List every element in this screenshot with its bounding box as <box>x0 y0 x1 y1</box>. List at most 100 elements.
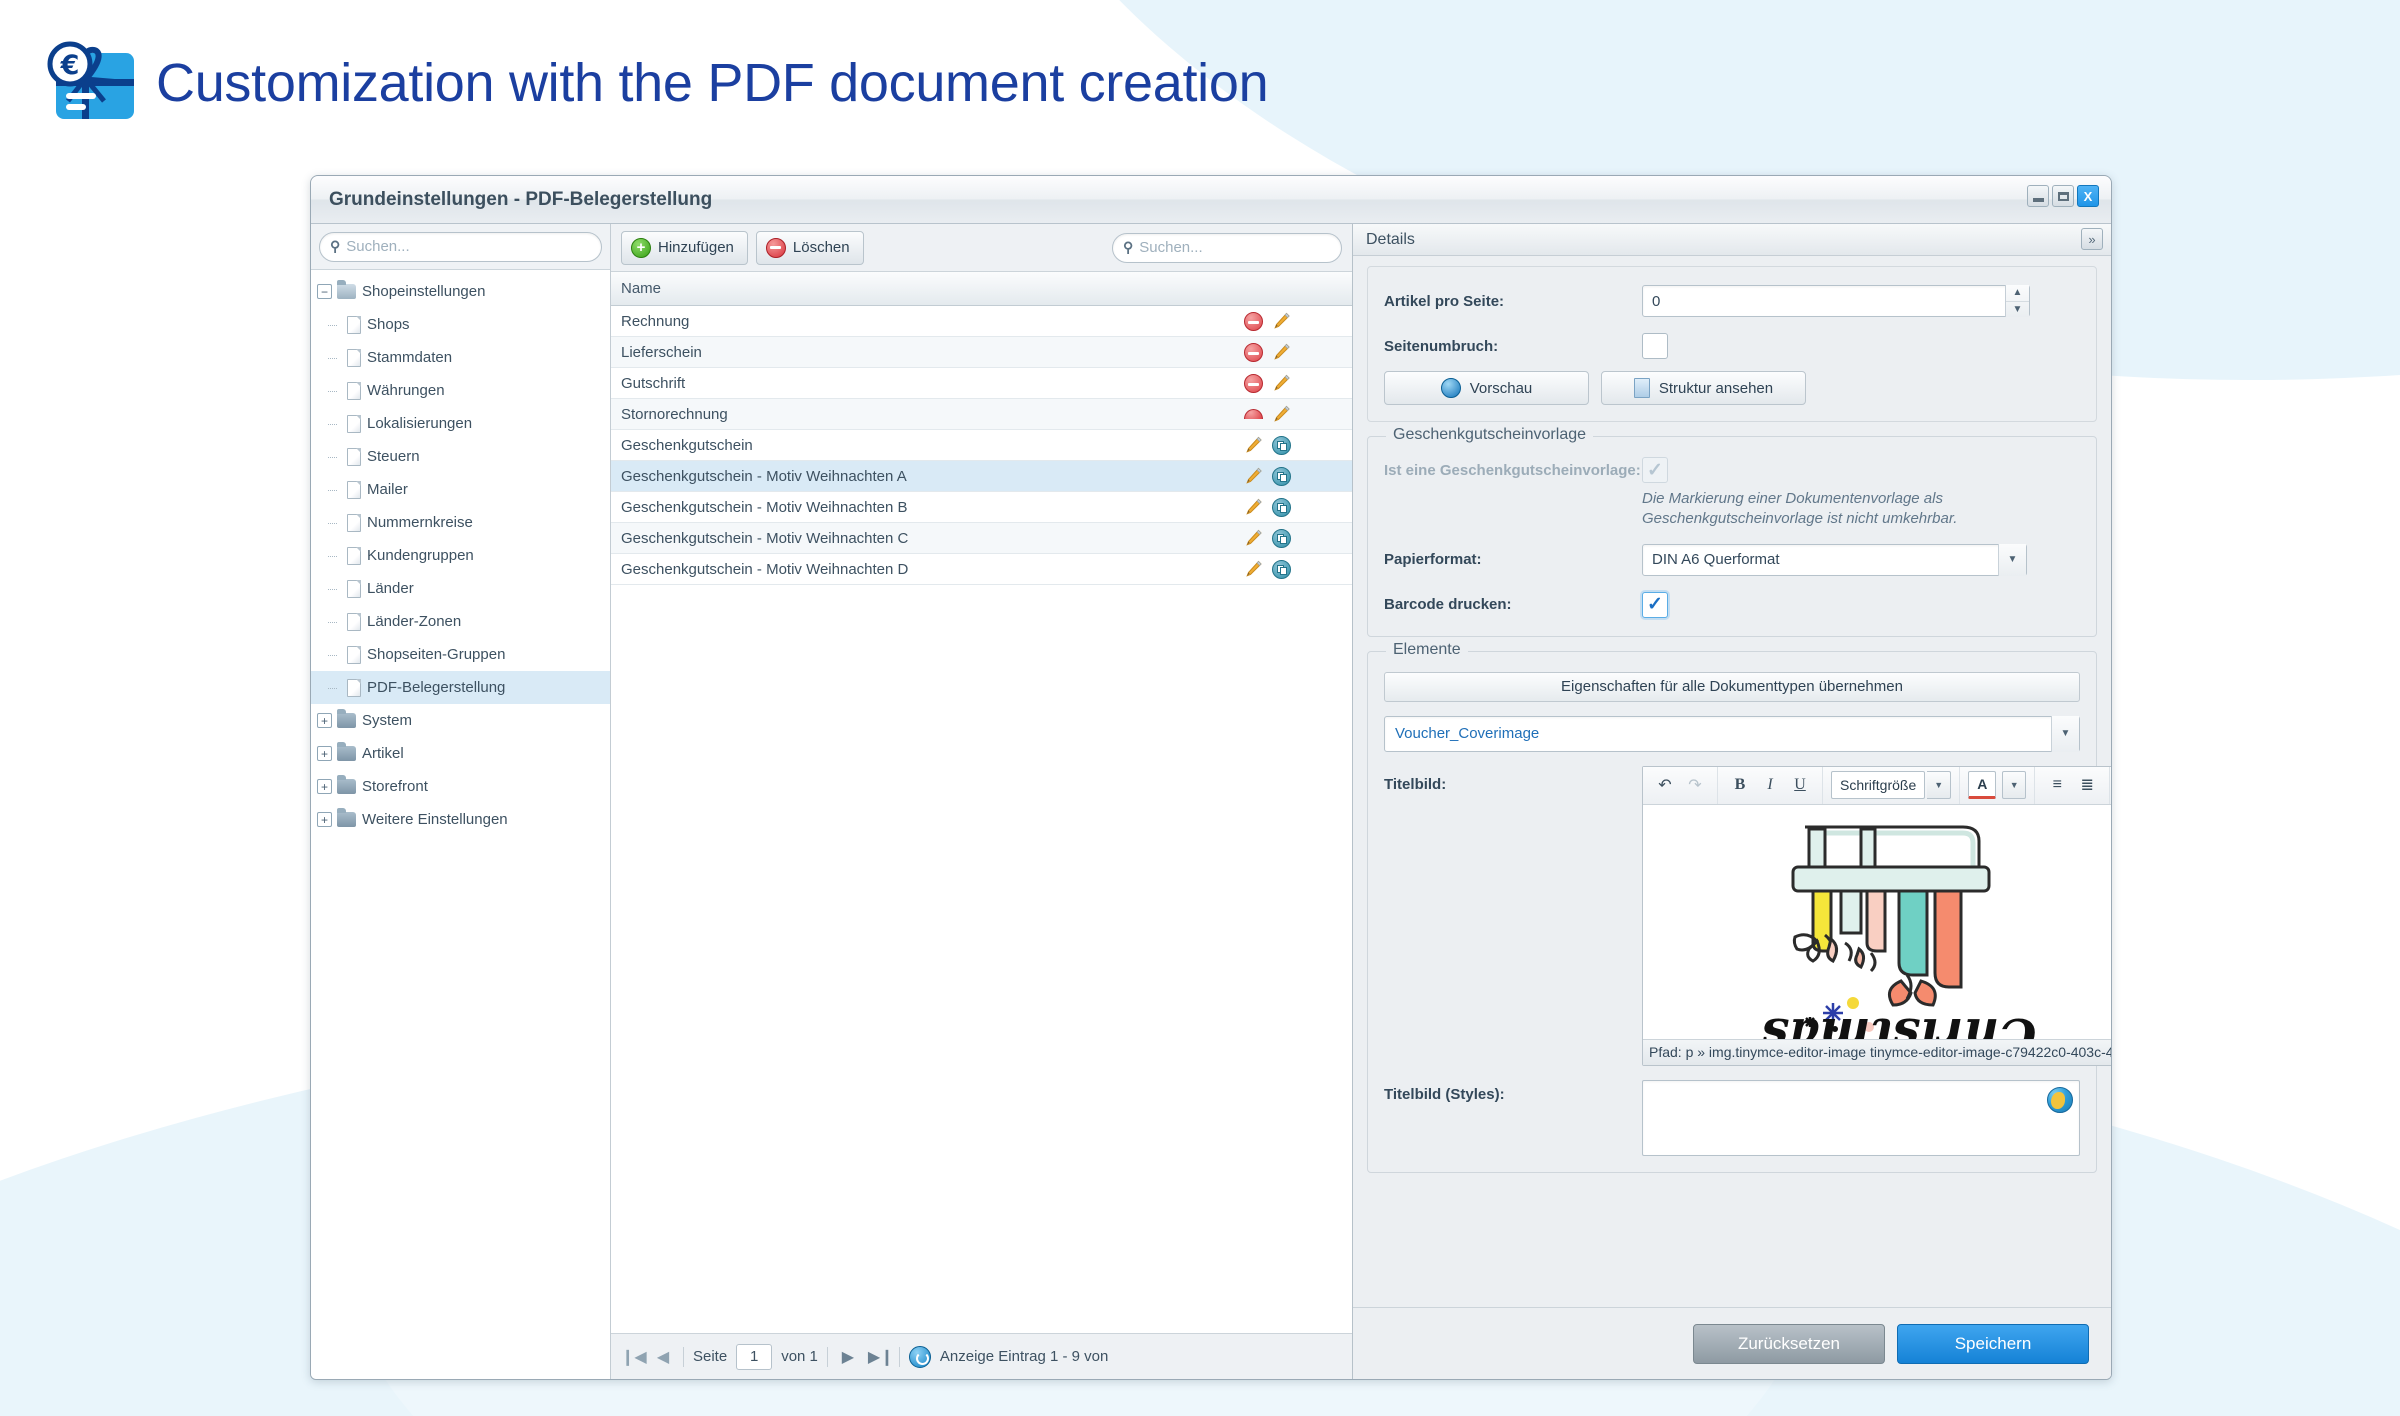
tree-item-system[interactable]: + System <box>311 704 610 737</box>
row-copy-icon[interactable] <box>1272 435 1291 455</box>
tree-item-nummernkreise[interactable]: Nummernkreise <box>311 506 610 539</box>
table-row[interactable]: Gutschrift <box>611 368 1352 399</box>
tree-item-artikel[interactable]: + Artikel <box>311 737 610 770</box>
next-page-button[interactable]: ▶ <box>837 1347 859 1367</box>
christmas-cover-image[interactable]: Christmas <box>1749 815 2049 1039</box>
undo-icon[interactable]: ↶ <box>1651 771 1679 799</box>
tree-item-stammdaten[interactable]: Stammdaten <box>311 341 610 374</box>
row-edit-icon[interactable] <box>1244 436 1263 455</box>
tree-item-mailer[interactable]: Mailer <box>311 473 610 506</box>
stepper-up-icon[interactable]: ▲ <box>2006 285 2029 302</box>
tree-item-shopeinstellungen[interactable]: − Shopeinstellungen <box>311 275 610 308</box>
add-button[interactable]: + Hinzufügen <box>621 230 748 265</box>
is-template-hint: Die Markierung einer Dokumentenvorlage a… <box>1642 490 1958 528</box>
print-barcode-checkbox[interactable]: ✓ <box>1642 591 1668 618</box>
collapse-icon[interactable]: − <box>317 284 332 299</box>
close-icon[interactable]: X <box>2077 185 2099 207</box>
chevron-down-icon[interactable]: ▼ <box>2002 771 2027 799</box>
row-edit-icon[interactable] <box>1244 498 1263 517</box>
row-edit-icon[interactable] <box>1272 312 1291 331</box>
row-edit-icon[interactable] <box>1272 374 1291 393</box>
tree-item-shops[interactable]: Shops <box>311 308 610 341</box>
items-per-page-value: 0 <box>1652 292 1661 310</box>
tree-item-pdf-belegerstellung[interactable]: PDF-Belegerstellung <box>311 671 610 704</box>
chevron-down-icon[interactable]: ▼ <box>2051 715 2079 752</box>
chevron-down-icon[interactable]: ▼ <box>1927 771 1952 799</box>
editor-canvas[interactable]: Christmas <box>1643 804 2111 1039</box>
table-row[interactable]: Geschenkgutschein - Motiv Weihnachten B <box>611 492 1352 523</box>
table-row[interactable]: Stornorechnung <box>611 399 1352 430</box>
document-list-rows[interactable]: Rechnung Lieferschein Gutschrift Stornorech… <box>611 306 1352 1333</box>
fontsize-select[interactable]: Schriftgröße <box>1831 771 1926 799</box>
row-copy-icon[interactable] <box>1272 466 1291 486</box>
tree-item-lokalisierungen[interactable]: Lokalisierungen <box>311 407 610 440</box>
bullet-list-icon[interactable]: ≡ <box>2043 771 2071 799</box>
last-page-button[interactable]: ▶❙ <box>868 1347 894 1367</box>
text-color-icon[interactable]: A <box>1968 771 1997 799</box>
row-edit-icon[interactable] <box>1244 529 1263 548</box>
tree-item-w-hrungen[interactable]: Währungen <box>311 374 610 407</box>
row-delete-icon[interactable] <box>1244 342 1263 362</box>
row-edit-icon[interactable] <box>1272 343 1291 362</box>
row-delete-icon[interactable] <box>1244 409 1263 419</box>
rich-text-editor[interactable]: ↶ ↷ B I U Schriftgröße ▼ A ▼ ≡ ≣ Christm… <box>1642 765 2111 1066</box>
chevron-down-icon[interactable]: ▼ <box>1998 543 2026 576</box>
table-row[interactable]: Geschenkgutschein - Motiv Weihnachten D <box>611 554 1352 585</box>
stepper-down-icon[interactable]: ▼ <box>2006 302 2029 318</box>
window-titlebar[interactable]: Grundeinstellungen - PDF-Belegerstellung… <box>311 176 2111 224</box>
settings-tree-list[interactable]: − Shopeinstellungen Shops Stammdaten Währung… <box>311 270 610 1379</box>
globe-icon[interactable] <box>2047 1086 2073 1113</box>
items-per-page-stepper[interactable]: 0 ▲ ▼ <box>1642 285 2030 317</box>
expand-icon[interactable]: + <box>317 713 332 728</box>
bold-button[interactable]: B <box>1726 771 1754 799</box>
element-select[interactable]: Voucher_Coverimage ▼ <box>1384 715 2080 752</box>
row-edit-icon[interactable] <box>1244 560 1263 579</box>
table-row[interactable]: Geschenkgutschein <box>611 430 1352 461</box>
page-number-input[interactable]: 1 <box>736 1343 773 1370</box>
row-delete-icon[interactable] <box>1244 373 1263 393</box>
tree-item-l-nder[interactable]: Länder <box>311 572 610 605</box>
minimize-icon[interactable] <box>2027 185 2049 207</box>
table-row[interactable]: Lieferschein <box>611 337 1352 368</box>
tree-item-l-nder-zonen[interactable]: Länder-Zonen <box>311 605 610 638</box>
cover-image-styles-textarea[interactable] <box>1642 1079 2080 1156</box>
row-copy-icon[interactable] <box>1272 497 1291 517</box>
save-button[interactable]: Speichern <box>1897 1323 2089 1364</box>
collapse-panel-button[interactable]: » <box>2081 228 2103 250</box>
table-row[interactable]: Rechnung <box>611 306 1352 337</box>
table-row[interactable]: Geschenkgutschein - Motiv Weihnachten A <box>611 461 1352 492</box>
row-edit-icon[interactable] <box>1244 467 1263 486</box>
apply-all-doctypes-button[interactable]: Eigenschaften für alle Dokumenttypen übe… <box>1384 671 2080 702</box>
expand-icon[interactable]: + <box>317 746 332 761</box>
row-delete-icon[interactable] <box>1244 311 1263 331</box>
italic-button[interactable]: I <box>1756 771 1784 799</box>
row-copy-icon[interactable] <box>1272 559 1291 579</box>
reset-button[interactable]: Zurücksetzen <box>1693 1323 1885 1364</box>
prev-page-button[interactable]: ◀ <box>652 1347 674 1367</box>
redo-icon[interactable]: ↷ <box>1681 771 1709 799</box>
tree-search-input[interactable]: ⚲ Suchen... <box>319 231 602 262</box>
tree-item-steuern[interactable]: Steuern <box>311 440 610 473</box>
tree-item-weitere-einstellungen[interactable]: + Weitere Einstellungen <box>311 803 610 836</box>
underline-button[interactable]: U <box>1786 771 1814 799</box>
preview-button[interactable]: Vorschau <box>1384 371 1589 405</box>
paper-format-select[interactable]: DIN A6 Querformat ▼ <box>1642 543 2027 576</box>
row-edit-icon[interactable] <box>1272 405 1291 424</box>
numbered-list-icon[interactable]: ≣ <box>2073 771 2101 799</box>
paper-format-value: DIN A6 Querformat <box>1652 551 1780 568</box>
first-page-button[interactable]: ❙◀ <box>621 1347 647 1367</box>
pagebreak-checkbox[interactable] <box>1642 333 1668 359</box>
maximize-icon[interactable] <box>2052 185 2074 207</box>
column-header-name[interactable]: Name <box>611 280 1244 297</box>
delete-button[interactable]: Löschen <box>755 230 864 265</box>
tree-item-shopseiten-gruppen[interactable]: Shopseiten-Gruppen <box>311 638 610 671</box>
refresh-icon[interactable] <box>908 1345 931 1368</box>
list-search-input[interactable]: ⚲ Suchen... <box>1112 232 1342 263</box>
row-copy-icon[interactable] <box>1272 528 1291 548</box>
table-row[interactable]: Geschenkgutschein - Motiv Weihnachten C <box>611 523 1352 554</box>
expand-icon[interactable]: + <box>317 812 332 827</box>
tree-item-kundengruppen[interactable]: Kundengruppen <box>311 539 610 572</box>
tree-item-storefront[interactable]: + Storefront <box>311 770 610 803</box>
structure-button[interactable]: Struktur ansehen <box>1601 371 1806 405</box>
expand-icon[interactable]: + <box>317 779 332 794</box>
